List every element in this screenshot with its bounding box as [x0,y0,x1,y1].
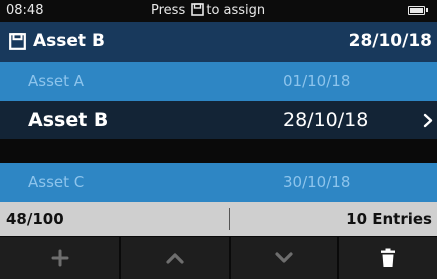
list-item[interactable]: Asset A 01/10/18 [0,62,437,101]
asset-date: 01/10/18 [283,72,351,90]
chevron-right-icon [423,113,433,128]
list-footer: 48/100 10 Entries [0,202,437,236]
up-button[interactable] [121,237,229,279]
plus-icon [51,249,68,267]
trash-icon [381,248,395,267]
selected-asset-header: Asset B 28/10/18 [0,22,437,62]
asset-name: Asset A [28,72,85,90]
storage-count: 48/100 [6,210,64,228]
down-button[interactable] [231,237,337,279]
entries-count: 10 Entries [346,210,432,228]
hint-text-after: to assign [206,3,266,18]
hint-text-before: Press [151,3,186,18]
asset-date: 30/10/18 [283,173,351,191]
chevron-down-icon [275,252,293,263]
status-bar: 08:48 Press to assign [0,0,437,22]
header-asset-date: 28/10/18 [348,31,432,51]
asset-name: Asset B [28,109,109,131]
assign-hint: Press to assign [151,3,265,18]
asset-name: Asset C [28,173,85,191]
list-item-selected[interactable]: Asset B 28/10/18 [0,101,437,139]
asset-date: 28/10/18 [283,109,369,131]
chevron-up-icon [166,253,184,264]
save-icon [191,3,205,16]
list-item[interactable]: Asset C 30/10/18 [0,163,437,202]
save-icon [9,33,26,50]
delete-button[interactable] [339,237,437,279]
battery-icon [408,6,428,15]
clock: 08:48 [6,3,44,18]
divider [229,208,230,230]
header-asset-name: Asset B [33,31,105,51]
add-button[interactable] [0,237,119,279]
